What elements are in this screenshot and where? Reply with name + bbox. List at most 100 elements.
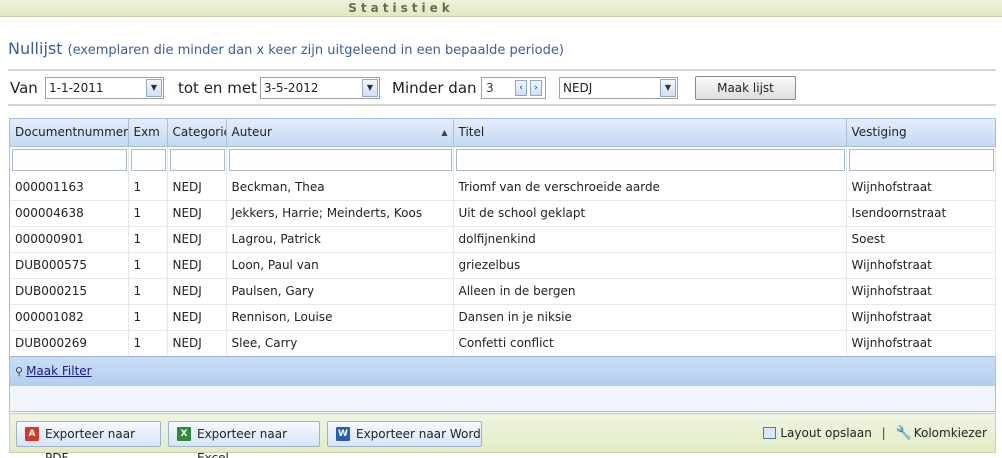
from-date-picker[interactable]: 1-1-2011 ▼ [45,77,164,99]
page-subtitle: (exemplaren die minder dan x keer zijn u… [67,43,564,58]
page-heading: Nullijst (exemplaren die minder dan x ke… [8,39,998,58]
filter-input-documentnummer[interactable] [12,149,127,172]
pdf-icon: A [25,427,39,441]
table-cell: Wijnhofstraat [846,252,996,279]
table-cell: 000000901 [10,226,129,253]
column-header-titel[interactable]: Titel [453,119,847,147]
window-title: Statistiek [348,1,454,15]
table-cell: NEDJ [167,226,227,253]
to-date-value: 3-5-2012 [264,81,319,95]
table-cell: 1 [128,252,168,279]
table-cell: DUB000215 [10,278,129,305]
table-cell: Isendoornstraat [846,200,996,227]
table-cell: DUB000269 [10,330,129,357]
excel-icon: X [177,427,191,441]
column-header-documentnummer[interactable]: Documentnummer [10,119,129,147]
table-cell: NEDJ [167,330,227,357]
column-header-vestiging[interactable]: Vestiging [846,119,996,147]
to-date-picker[interactable]: 3-5-2012 ▼ [260,77,380,99]
category-value: NEDJ [563,81,593,95]
filter-input-categorie[interactable] [169,149,225,172]
table-row[interactable]: DUB000269 1 NEDJ Slee, Carry Confetti confli… [10,330,996,357]
table-cell: Slee, Carry [226,330,454,357]
export-excel-button[interactable]: X Exporteer naar Excel [168,421,320,458]
table-cell: NEDJ [167,304,227,331]
table-cell: NEDJ [167,278,227,305]
table-cell: Wijnhofstraat [846,330,996,357]
table-cell: Wijnhofstraat [846,174,996,201]
divider [8,69,996,71]
wrench-icon: 🔧 [895,426,912,441]
footer-toolbar: A Exporteer naar PDF X Exporteer naar Ex… [9,413,996,458]
table-cell: NEDJ [167,174,227,201]
filter-input-titel[interactable] [455,149,845,172]
chevron-down-icon[interactable]: ▼ [146,79,162,97]
table-cell: 1 [128,330,168,357]
table-row[interactable]: 000001082 1 NEDJ Rennison, Louise Dansen in … [10,304,996,331]
table-row[interactable]: DUB000575 1 NEDJ Loon, Paul van griezelbus Wi… [10,252,996,279]
table-cell: Alleen in de bergen [453,278,847,305]
word-icon: W [336,427,350,441]
table-cell: 1 [128,304,168,331]
table-row[interactable]: 000004638 1 NEDJ Jekkers, Harrie; Meinderts… [10,200,996,227]
filter-input-exm[interactable] [130,149,166,172]
table-row[interactable]: DUB000215 1 NEDJ Paulsen, Gary Alleen in de … [10,278,996,305]
table-cell: griezelbus [453,252,847,279]
table-cell: Paulsen, Gary [226,278,454,305]
table-cell: 1 [128,226,168,253]
table-row[interactable]: 000001163 1 NEDJ Beckman, Thea Triomf van de… [10,174,996,201]
table-cell: DUB000575 [10,252,129,279]
footer-links: Layout opslaan | 🔧 Kolomkiezer [763,426,987,441]
table-cell: Lagrou, Patrick [226,226,454,253]
increment-icon[interactable]: › [530,80,542,96]
column-chooser-link[interactable]: Kolomkiezer [914,426,987,440]
from-label: Van [10,79,38,97]
table-cell: Dansen in je niksie [453,304,847,331]
table-cell: Triomf van de verschroeide aarde [453,174,847,201]
less-than-stepper[interactable]: 3 ‹ › [481,77,546,99]
column-header-exm[interactable]: Exm [128,119,168,147]
table-cell: 1 [128,200,168,227]
export-word-label: Exporteer naar Word [356,427,481,441]
make-list-button[interactable]: Maak lijst [695,76,796,100]
export-pdf-button[interactable]: A Exporteer naar PDF [16,421,161,458]
chevron-down-icon[interactable]: ▼ [660,79,676,97]
sort-ascending-icon: ▲ [441,128,448,137]
table-cell: 1 [128,174,168,201]
export-word-button[interactable]: W Exporteer naar Word [327,421,482,447]
less-than-label: Minder dan [392,79,477,97]
column-header-categorie[interactable]: Categorie [167,119,227,147]
table-cell: Rennison, Louise [226,304,454,331]
column-header-auteur[interactable]: Auteur ▲ [226,119,454,147]
table-cell: 000001082 [10,304,129,331]
category-select[interactable]: NEDJ ▼ [559,77,678,99]
table-cell: NEDJ [167,252,227,279]
filter-row [10,146,996,174]
table-cell: NEDJ [167,200,227,227]
results-table: Documentnummer Exm Categorie Auteur ▲ Tit… [10,119,996,357]
table-row[interactable]: 000000901 1 NEDJ Lagrou, Patrick dolfijnenki… [10,226,996,253]
separator: | [881,426,886,440]
table-cell: dolfijnenkind [453,226,847,253]
make-filter-link[interactable]: Maak Filter [26,364,92,378]
divider [8,104,996,106]
table-cell: Beckman, Thea [226,174,454,201]
table-cell: 1 [128,278,168,305]
filter-input-vestiging[interactable] [848,149,994,172]
filter-input-auteur[interactable] [228,149,452,172]
to-label: tot en met [178,79,257,97]
filter-icon: ⚲ [15,365,24,378]
chevron-down-icon[interactable]: ▼ [362,79,378,97]
layout-icon [763,427,777,439]
from-date-value: 1-1-2011 [49,81,104,95]
table-cell: 000004638 [10,200,129,227]
layout-save-link[interactable]: Layout opslaan [780,426,871,440]
results-grid: Documentnummer Exm Categorie Auteur ▲ Tit… [9,118,996,412]
decrement-icon[interactable]: ‹ [515,80,527,96]
table-cell: Wijnhofstraat [846,278,996,305]
table-cell: 000001163 [10,174,129,201]
table-cell: Jekkers, Harrie; Meinderts, Koos [226,200,454,227]
table-cell: Uit de school geklapt [453,200,847,227]
table-cell: Soest [846,226,996,253]
page-title: Nullijst [8,39,63,58]
